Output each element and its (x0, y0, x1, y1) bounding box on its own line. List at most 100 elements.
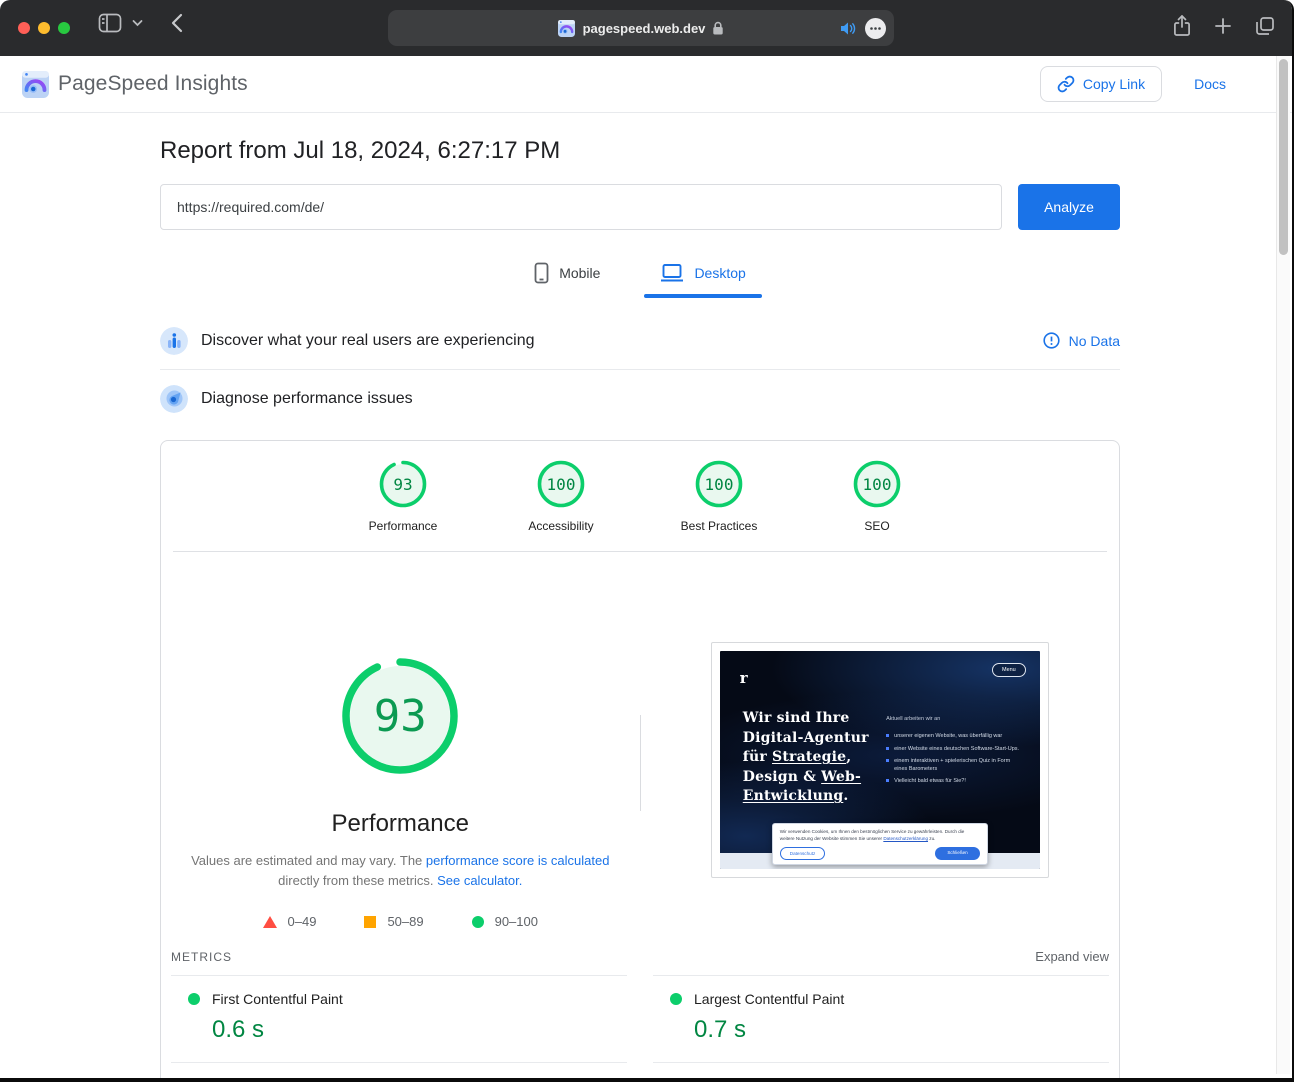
maximize-window-button[interactable] (58, 22, 70, 34)
see-calculator-link[interactable]: See calculator. (437, 873, 522, 888)
sidebar-toggle-icon[interactable] (98, 13, 122, 33)
metrics-header: METRICS Expand view (171, 949, 1109, 964)
browser-toolbar-right (1172, 14, 1276, 38)
metric-label: Total Blocking Time (212, 1078, 333, 1082)
url-text: pagespeed.web.dev (583, 21, 706, 36)
score-value: 100 (537, 460, 585, 508)
expand-view-button[interactable]: Expand view (1035, 949, 1109, 964)
device-tabs: Mobile Desktop (160, 252, 1120, 298)
back-button[interactable] (171, 13, 183, 33)
gauge-disclaimer: Values are estimated and may vary. The p… (180, 851, 620, 891)
tab-mobile-label: Mobile (559, 265, 600, 281)
discover-section-header: Discover what your real users are experi… (160, 312, 1120, 369)
score-value: 100 (853, 460, 901, 508)
score-label: SEO (864, 519, 889, 533)
score-value: 93 (379, 460, 427, 508)
orange-square-icon (364, 916, 376, 928)
mobile-icon (534, 262, 549, 284)
site-headline: Wir sind Ihre Digital-Agentur für Strate… (743, 709, 875, 807)
metric-label: Cumulative Layout Shift (694, 1078, 842, 1082)
site-list-item: Vielleicht bald etwas für Sie?! (886, 777, 1021, 785)
browser-window: pagespeed.web.dev (0, 0, 1294, 1082)
site-list-item: einer Website eines deutschen Software-S… (886, 745, 1021, 753)
scrollbar-thumb[interactable] (1279, 59, 1288, 255)
analyze-row: Analyze (160, 184, 1120, 230)
score-label: Best Practices (681, 519, 758, 533)
cookie-policy-link: Datenschutzerklärung (883, 836, 928, 841)
page-scrollbar[interactable] (1276, 56, 1290, 1074)
cookie-text-part: zu. (928, 836, 935, 841)
app-title: PageSpeed Insights (58, 72, 248, 96)
cookie-text-part: Wir verwenden Cookies, um Ihnen den best… (780, 829, 965, 841)
legend-range: 0–49 (288, 914, 317, 929)
no-data-indicator[interactable]: No Data (1043, 332, 1120, 349)
active-tab-indicator (644, 294, 761, 298)
diagnose-section-title: Diagnose performance issues (201, 390, 413, 408)
gauge-title: Performance (332, 810, 469, 838)
headline-text: . (843, 788, 848, 804)
metric-largest-contentful-paint: Largest Contentful Paint 0.7 s (653, 975, 1109, 1062)
browser-chrome: pagespeed.web.dev (0, 0, 1292, 56)
green-dot-icon (188, 993, 200, 1005)
page-screenshot-thumbnail[interactable]: r Menu Wir sind Ihre Digital-Agentur für… (711, 642, 1049, 878)
score-seo[interactable]: 100 SEO (829, 460, 925, 533)
cookie-text: Wir verwenden Cookies, um Ihnen den best… (780, 829, 980, 843)
share-icon[interactable] (1172, 14, 1192, 38)
tab-desktop-label: Desktop (694, 265, 745, 281)
copy-link-label: Copy Link (1083, 76, 1145, 92)
score-label: Performance (369, 519, 438, 533)
chevron-down-icon[interactable] (132, 19, 143, 27)
metric-label: First Contentful Paint (212, 991, 343, 1007)
legend-poor: 0–49 (263, 914, 317, 929)
close-window-button[interactable] (18, 22, 30, 34)
report-title: Report from Jul 18, 2024, 6:27:17 PM (160, 137, 1120, 165)
site-list-title: Aktuell arbeiten wir an (886, 715, 1021, 723)
field-data-icon (160, 327, 188, 355)
headline-underlined: Strategie (772, 749, 846, 765)
legend-range: 50–89 (387, 914, 423, 929)
metric-cumulative-layout-shift: Cumulative Layout Shift 0 (653, 1062, 1109, 1082)
tab-mobile[interactable]: Mobile (518, 252, 616, 298)
site-work-list: Aktuell arbeiten wir an unserer eigenen … (886, 715, 1021, 790)
analyze-button[interactable]: Analyze (1018, 184, 1120, 230)
report-card: 93 Performance 100 Accessibility (160, 440, 1120, 1082)
disclaimer-text: Values are estimated and may vary. The (191, 853, 426, 868)
page-settings-icon[interactable] (865, 18, 886, 39)
tab-desktop[interactable]: Desktop (644, 252, 761, 298)
pagespeed-favicon (558, 20, 575, 37)
red-triangle-icon (263, 916, 277, 928)
score-value: 100 (695, 460, 743, 508)
docs-link[interactable]: Docs (1194, 76, 1226, 92)
lab-data-icon (160, 385, 188, 413)
screenshot-image: r Menu Wir sind Ihre Digital-Agentur für… (720, 651, 1040, 869)
cookie-close-button: Schließen (935, 847, 979, 860)
legend-average: 50–89 (364, 914, 423, 929)
screenshot-column: r Menu Wir sind Ihre Digital-Agentur für… (641, 658, 1120, 929)
gauge-value: 93 (342, 658, 458, 774)
cookie-banner: Wir verwenden Cookies, um Ihnen den best… (772, 823, 988, 865)
desktop-icon (660, 263, 684, 283)
url-input[interactable] (160, 184, 1002, 230)
diagnose-section-header: Diagnose performance issues (160, 370, 1120, 427)
site-logo: r (740, 669, 748, 687)
score-calculated-link[interactable]: performance score is calculated (426, 853, 610, 868)
score-accessibility[interactable]: 100 Accessibility (513, 460, 609, 533)
copy-link-button[interactable]: Copy Link (1040, 66, 1162, 102)
tab-overview-icon[interactable] (1254, 15, 1276, 37)
metric-first-contentful-paint: First Contentful Paint 0.6 s (171, 975, 627, 1062)
info-icon (1043, 332, 1060, 349)
audio-speaker-icon[interactable] (840, 21, 857, 36)
browser-nav (98, 13, 183, 33)
score-best-practices[interactable]: 100 Best Practices (671, 460, 767, 533)
new-tab-icon[interactable] (1214, 17, 1232, 35)
performance-overview: 93 Performance Values are estimated and … (161, 552, 1119, 929)
minimize-window-button[interactable] (38, 22, 50, 34)
score-legend: 0–49 50–89 90–100 (263, 914, 538, 929)
lock-icon (712, 21, 724, 36)
score-label: Accessibility (528, 519, 593, 533)
window-controls (18, 22, 70, 34)
address-bar[interactable]: pagespeed.web.dev (388, 10, 894, 46)
score-performance[interactable]: 93 Performance (355, 460, 451, 533)
green-dot-icon (670, 993, 682, 1005)
category-scores: 93 Performance 100 Accessibility (161, 441, 1119, 551)
